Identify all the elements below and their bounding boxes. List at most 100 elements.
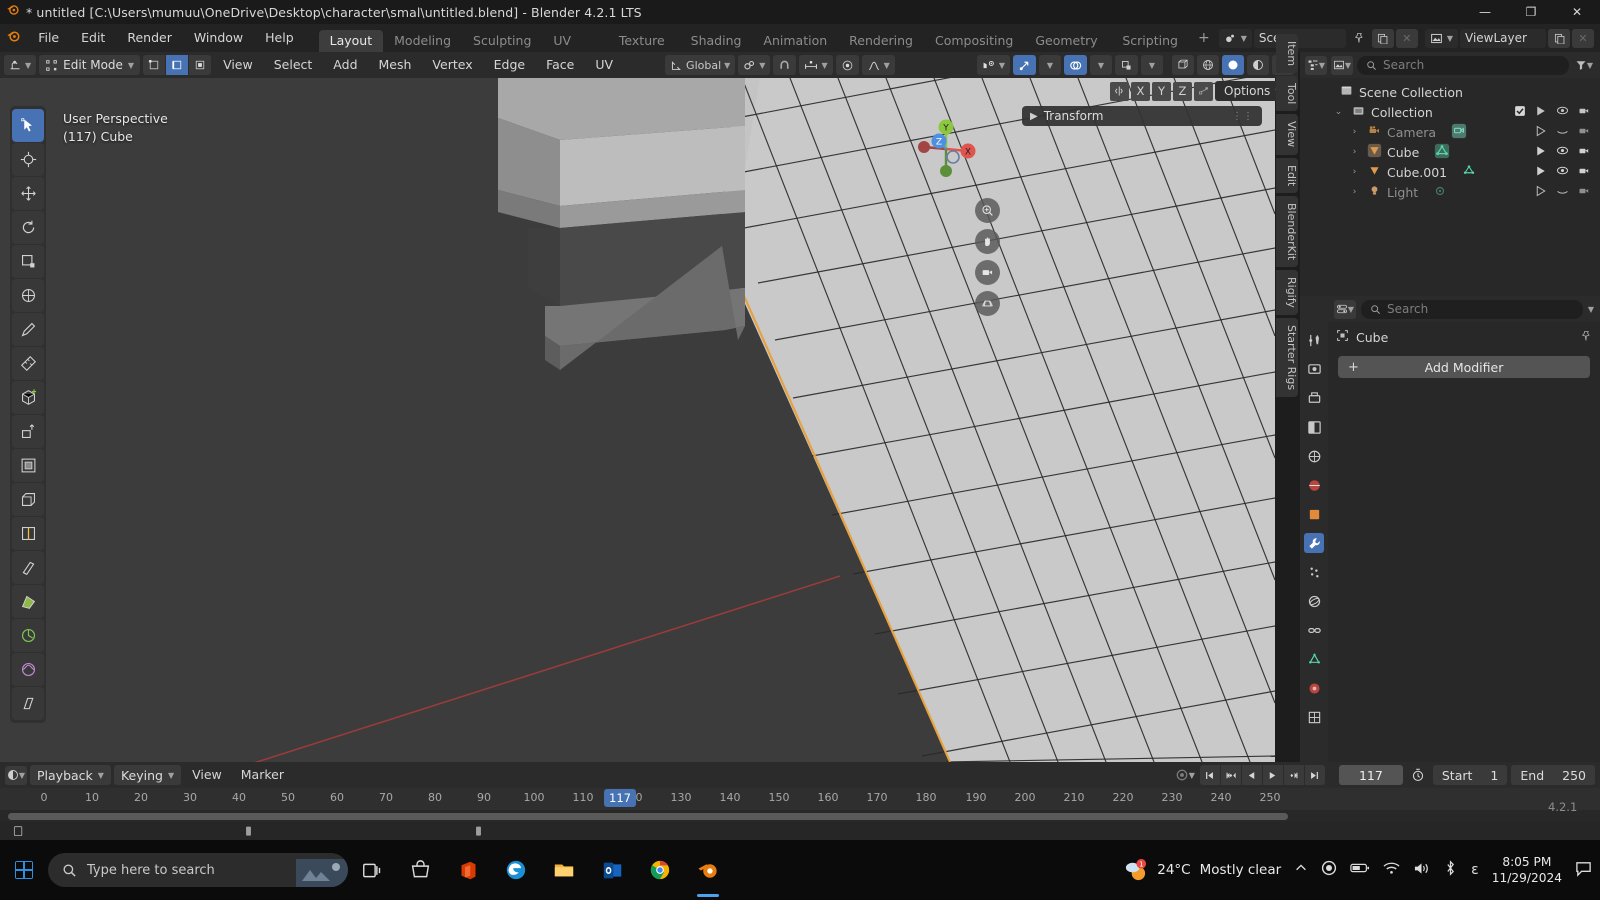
workspace-tab-layout[interactable]: Layout xyxy=(318,30,384,52)
minimize-button[interactable]: — xyxy=(1462,0,1508,24)
workspace-tab-compositing[interactable]: Compositing xyxy=(924,30,1024,52)
add-modifier-button[interactable]: + Add Modifier xyxy=(1338,356,1590,378)
sidebar-tab-edit[interactable]: Edit xyxy=(1276,157,1298,193)
camera-data-icon[interactable] xyxy=(1451,123,1467,142)
interaction-mode-selector[interactable]: Edit Mode ▼ xyxy=(39,55,141,75)
xray-toggle-button[interactable] xyxy=(1115,55,1138,75)
scene-pin-icon[interactable] xyxy=(1348,29,1370,48)
mirror-z-button[interactable]: Z xyxy=(1173,81,1192,101)
properties-editor-icon[interactable]: ▼ xyxy=(1334,299,1356,319)
properties-search-input[interactable]: Search xyxy=(1361,299,1583,319)
workspace-tab-geometry-nodes[interactable]: Geometry Nodes xyxy=(1024,30,1111,70)
scale-tool[interactable] xyxy=(12,245,44,278)
timeline-playhead[interactable]: 117 xyxy=(604,789,636,807)
scene-tab[interactable] xyxy=(1304,446,1324,466)
cursor-tool[interactable] xyxy=(12,143,44,176)
transform-panel-header[interactable]: ▶ Transform ⋮⋮ xyxy=(1022,106,1262,126)
disclosure-triangle[interactable]: › xyxy=(1348,127,1361,137)
chevron-up-icon[interactable] xyxy=(1294,861,1308,879)
gizmo-options-dropdown[interactable]: ▼ xyxy=(1039,55,1061,75)
hide-in-viewport-icon[interactable] xyxy=(1556,104,1569,120)
inset-faces-tool[interactable] xyxy=(12,449,44,482)
play-button[interactable] xyxy=(1262,765,1283,785)
filter-icon[interactable]: ▼ xyxy=(1573,56,1595,75)
disable-in-renders-icon[interactable] xyxy=(1535,125,1547,140)
windows-start-icon[interactable] xyxy=(0,861,48,879)
taskbar-clock[interactable]: 8:05 PM 11/29/2024 xyxy=(1492,854,1562,886)
timeline-menu-playback[interactable]: Playback ▼ xyxy=(30,765,111,785)
outliner-display-mode-icon[interactable]: ▼ xyxy=(1331,55,1353,75)
proportional-falloff-selector[interactable]: ▼ xyxy=(861,55,895,75)
outliner-search-input[interactable]: Search xyxy=(1357,55,1569,75)
output-tab[interactable] xyxy=(1304,388,1324,408)
viewport-menu-view[interactable]: View xyxy=(214,52,262,78)
viewport-menu-edge[interactable]: Edge xyxy=(485,52,534,78)
tweak-select-tool[interactable] xyxy=(12,109,44,142)
new-viewlayer-button[interactable] xyxy=(1548,28,1570,48)
viewlayer-name-field[interactable]: ViewLayer xyxy=(1460,28,1546,48)
knife-tool[interactable] xyxy=(12,551,44,584)
jump-to-next-keyframe-button[interactable] xyxy=(1283,765,1304,785)
sidebar-tab-blenderkit[interactable]: BlenderKit xyxy=(1276,195,1298,268)
timeline-menu-marker[interactable]: Marker xyxy=(233,764,292,786)
mirror-icon[interactable] xyxy=(1110,81,1129,101)
render-tab[interactable] xyxy=(1304,359,1324,379)
scene-name-field[interactable]: Scene xyxy=(1253,28,1346,48)
pan-hand-icon[interactable] xyxy=(974,229,1000,254)
annotate-tool[interactable] xyxy=(12,313,44,346)
transform-tool[interactable] xyxy=(12,279,44,312)
record-icon[interactable]: ▼ xyxy=(1174,766,1196,785)
file-explorer-icon[interactable] xyxy=(540,840,588,900)
workspace-tab-shading[interactable]: Shading xyxy=(680,30,753,52)
jump-to-prev-keyframe-button[interactable] xyxy=(1220,765,1241,785)
object-tab[interactable] xyxy=(1304,504,1324,524)
particles-tab[interactable] xyxy=(1304,562,1324,582)
viewport-menu-vertex[interactable]: Vertex xyxy=(423,52,481,78)
bluetooth-icon[interactable] xyxy=(1443,860,1458,880)
hide-in-viewport-icon[interactable] xyxy=(1556,124,1569,140)
camera-view-icon[interactable] xyxy=(974,260,1000,285)
disable-in-render-camera-icon[interactable] xyxy=(1578,105,1590,120)
mesh-data-icon[interactable] xyxy=(1462,164,1476,181)
marker-handle-left[interactable] xyxy=(12,825,25,841)
disclosure-triangle[interactable]: › xyxy=(1348,147,1361,157)
viewport-menu-face[interactable]: Face xyxy=(537,52,583,78)
workspace-tab-sculpting[interactable]: Sculpting xyxy=(462,30,542,52)
navigation-gizmo[interactable]: Y X Z xyxy=(905,108,987,190)
marker-handle-mid[interactable] xyxy=(242,825,255,841)
xray-options-dropdown[interactable]: ▼ xyxy=(1141,55,1163,75)
material-preview-shading-button[interactable] xyxy=(1247,55,1269,75)
snap-magnet-button[interactable] xyxy=(773,55,797,75)
disclosure-triangle[interactable]: ⌄ xyxy=(1332,107,1345,117)
outliner-row-cube[interactable]: › Cube xyxy=(1300,142,1600,162)
viewlayer-browse-icon[interactable]: ▼ xyxy=(1424,28,1458,48)
3d-viewport[interactable]: User Perspective (117) Cube Y X Z ▶ Tran… xyxy=(0,78,1275,762)
battery-icon[interactable] xyxy=(1350,861,1370,879)
sidebar-tab-tool[interactable]: Tool xyxy=(1276,76,1298,112)
remove-viewlayer-button[interactable]: ✕ xyxy=(1572,28,1594,48)
transform-orientation-selector[interactable]: Global ▼ xyxy=(665,55,736,75)
sidebar-tab-item[interactable]: Item xyxy=(1276,34,1298,74)
task-view-icon[interactable] xyxy=(348,840,396,900)
start-frame-value[interactable]: 1 xyxy=(1490,768,1498,783)
texture-tab[interactable] xyxy=(1304,707,1324,727)
physics-tab[interactable] xyxy=(1304,591,1324,611)
toggle-orthographic-icon[interactable] xyxy=(974,291,1000,316)
snap-target-selector[interactable]: ▼ xyxy=(799,55,833,75)
end-frame-field[interactable]: End 250 xyxy=(1511,765,1595,785)
viewport-menu-add[interactable]: Add xyxy=(324,52,366,78)
viewport-menu-select[interactable]: Select xyxy=(265,52,322,78)
show-whole-scene-button[interactable]: ▼ xyxy=(976,55,1010,75)
spin-tool[interactable] xyxy=(12,619,44,652)
solid-shading-button[interactable] xyxy=(1222,55,1244,75)
record-indicator-icon[interactable] xyxy=(1321,860,1337,880)
auto-merge-icon[interactable] xyxy=(1194,81,1213,101)
close-button[interactable]: ✕ xyxy=(1554,0,1600,24)
constraints-tab[interactable] xyxy=(1304,620,1324,640)
overlays-toggle-button[interactable] xyxy=(1064,55,1087,75)
workspace-tab-animation[interactable]: Animation xyxy=(752,30,838,52)
weather-widget[interactable]: 1 24°C Mostly clear xyxy=(1123,858,1281,883)
viewport-menu-uv[interactable]: UV xyxy=(586,52,622,78)
new-scene-button[interactable] xyxy=(1371,28,1394,48)
loop-cut-tool[interactable] xyxy=(12,517,44,550)
